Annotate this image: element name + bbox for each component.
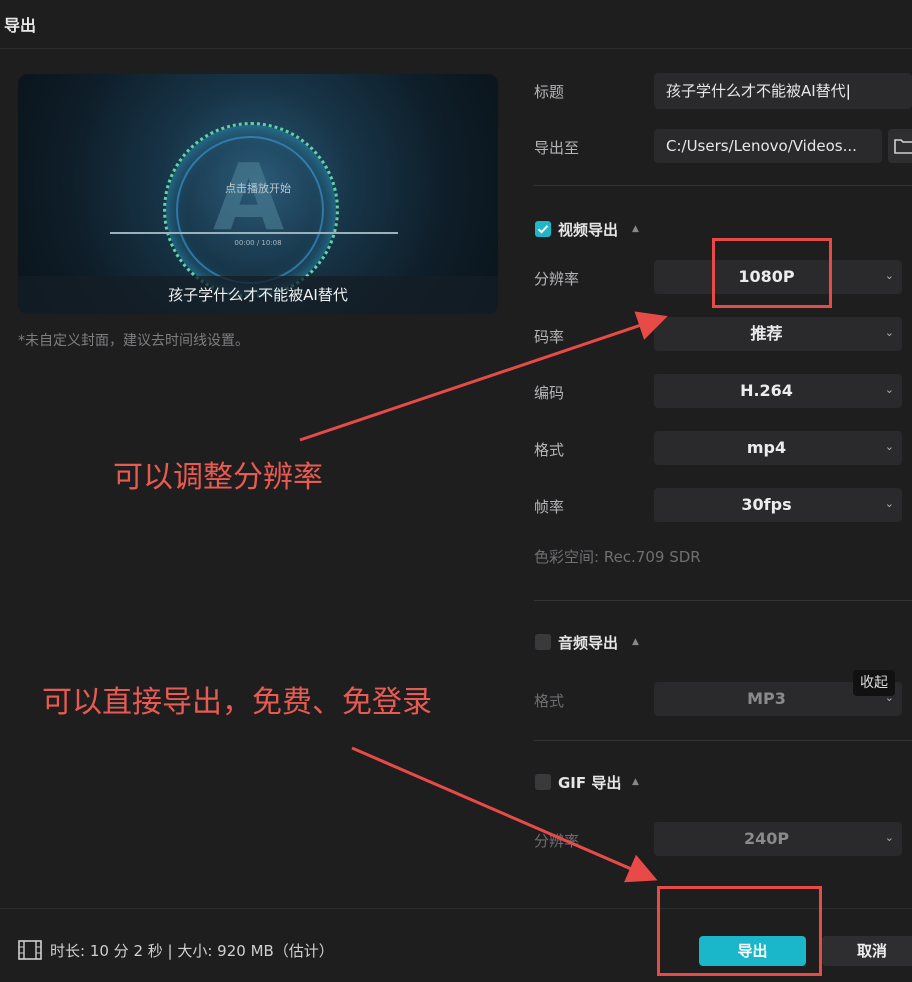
arrow-to-resolution bbox=[299, 311, 668, 442]
arrow-to-export bbox=[351, 746, 658, 883]
annotation-arrows bbox=[299, 311, 668, 883]
